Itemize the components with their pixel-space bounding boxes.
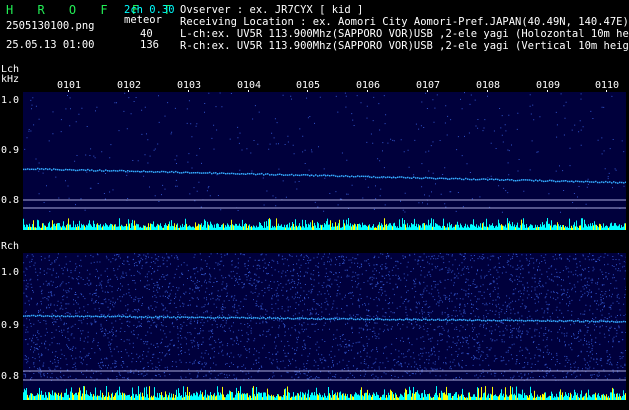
lch-unit-label: kHz <box>1 74 20 85</box>
lch-ytick-0-9: 0.9 <box>1 145 20 156</box>
lch-spectrogram-canvas <box>23 92 626 230</box>
observer-info: Ovserver : ex. JR7CYX [ kid ] <box>180 4 364 16</box>
carrier-trace <box>23 314 626 323</box>
time-tick-label: 0101 <box>57 80 82 91</box>
noise-speckle <box>24 92 625 213</box>
datetime-label: 25.05.13 01:00 <box>6 39 95 51</box>
rch-spectrogram <box>23 253 626 400</box>
time-tick-label: 0108 <box>476 80 501 91</box>
filename-label: 2505130100.png <box>6 20 95 32</box>
time-tick-label: 0102 <box>117 80 142 91</box>
rch-ytick-0-9: 0.9 <box>1 320 20 331</box>
rch-receiver-info: R-ch:ex. UV5R 113.900Mhz(SAPPORO VOR)USB… <box>180 40 629 52</box>
carrier-trace <box>23 167 626 184</box>
time-tick-label: 0106 <box>356 80 381 91</box>
lch-spectrogram <box>23 92 626 230</box>
lch-ytick-0-8: 0.8 <box>1 195 20 206</box>
rch-spectrogram-canvas <box>23 253 626 400</box>
time-tick-label: 0107 <box>416 80 441 91</box>
rch-channel-label: Rch <box>1 241 20 252</box>
time-tick-label: 0110 <box>595 80 620 91</box>
rch-meteor-count: 136 <box>140 39 159 51</box>
location-info: Receiving Location : ex. Aomori City Aom… <box>180 16 629 28</box>
rch-ytick-0-8: 0.8 <box>1 371 20 382</box>
rch-ytick-1-0: 1.0 <box>1 267 20 278</box>
time-tick-label: 0104 <box>237 80 262 91</box>
meteor-label: meteor <box>124 14 162 26</box>
amplitude-bars-cyan <box>23 218 625 230</box>
time-tick-label: 0105 <box>296 80 321 91</box>
lch-receiver-info: L-ch:ex. UV5R 113.900Mhz(SAPPORO VOR)USB… <box>180 28 629 40</box>
time-tick-label: 0103 <box>177 80 202 91</box>
time-tick-label: 0109 <box>536 80 561 91</box>
lch-ytick-1-0: 1.0 <box>1 95 20 106</box>
